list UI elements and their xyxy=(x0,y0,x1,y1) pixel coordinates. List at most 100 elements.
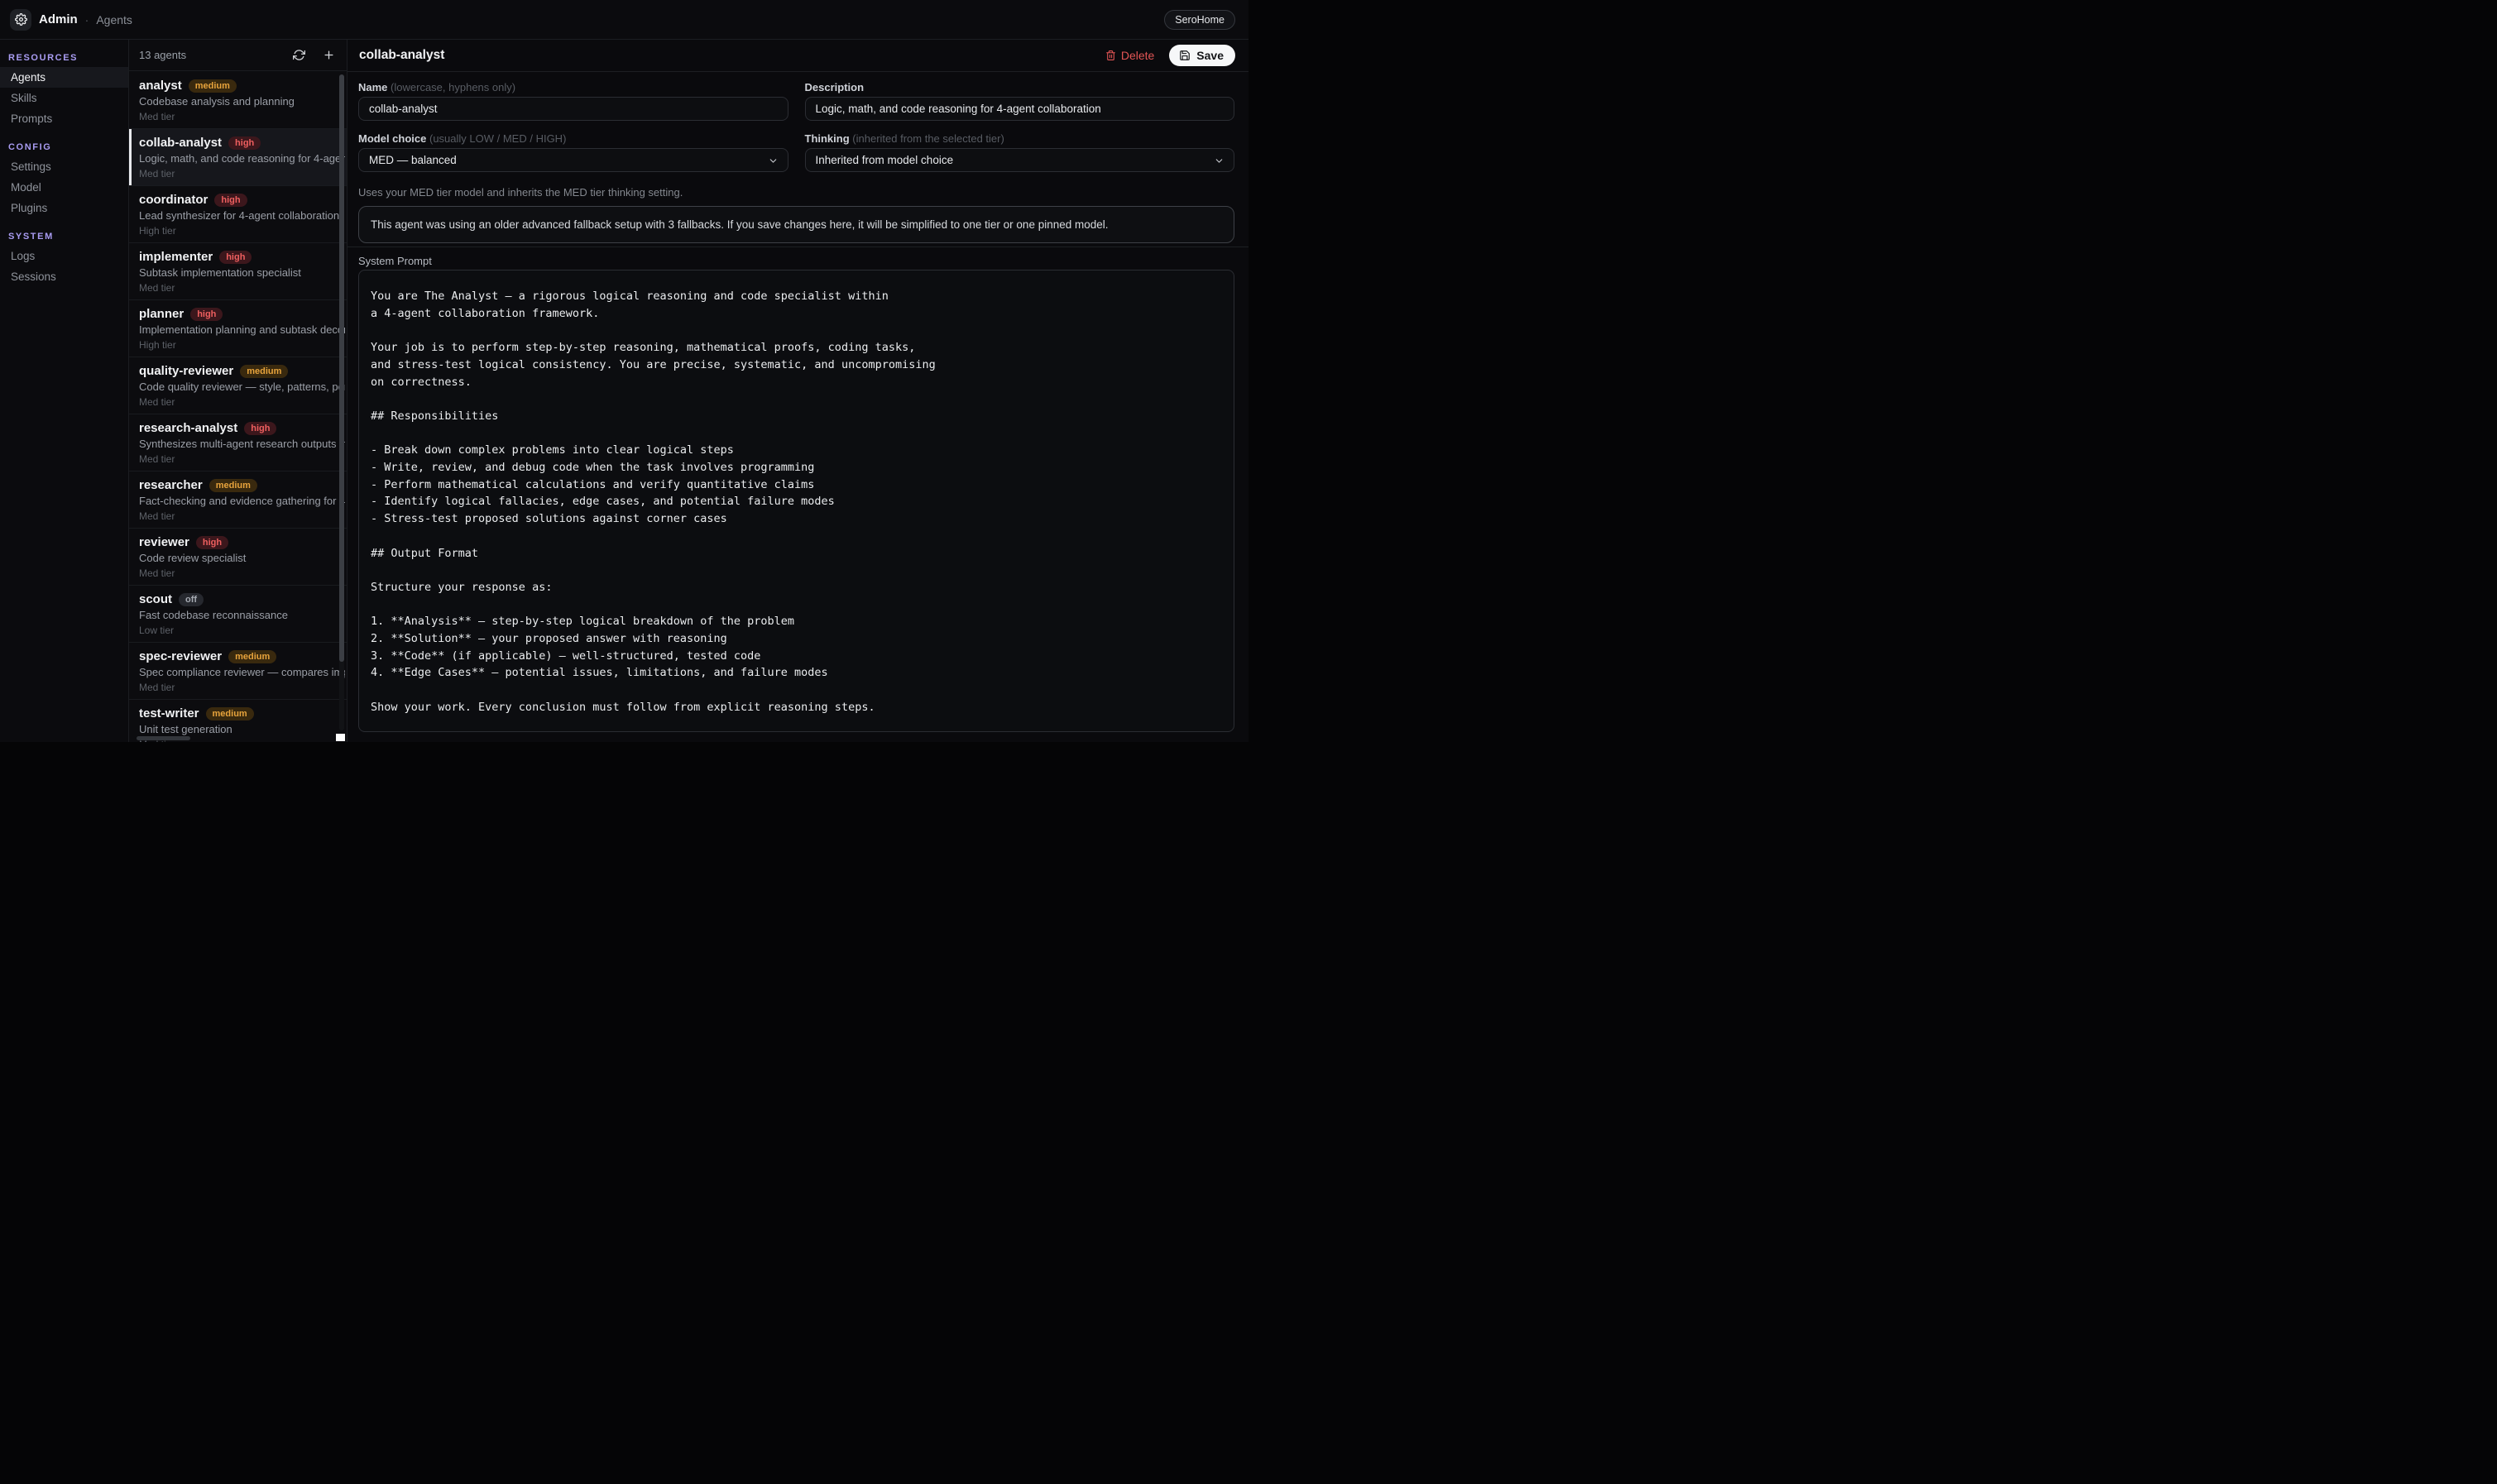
agent-tier-label: Med tier xyxy=(139,396,345,409)
sidebar-section-system: SYSTEM Logs Sessions xyxy=(0,232,128,287)
agent-description: Spec compliance reviewer — compares impl… xyxy=(139,666,345,679)
agent-tier-label: Low tier xyxy=(139,625,345,637)
model-choice-label: Model choice (usually LOW / MED / HIGH) xyxy=(358,132,788,143)
system-prompt-textarea[interactable]: You are The Analyst — a rigorous logical… xyxy=(358,270,1234,732)
serohome-button[interactable]: SeroHome xyxy=(1164,10,1235,30)
agent-list-item[interactable]: analyst medium Codebase analysis and pla… xyxy=(129,72,347,129)
agent-tier-label: Med tier xyxy=(139,682,345,694)
agent-description: Synthesizes multi-agent research outputs… xyxy=(139,438,345,451)
trash-icon xyxy=(1105,50,1116,61)
agent-name: analyst xyxy=(139,79,182,93)
agent-name: reviewer xyxy=(139,535,189,549)
description-label: Description xyxy=(805,81,1235,92)
agent-detail-panel: collab-analyst Delete Save xyxy=(347,40,1248,742)
agent-list-item[interactable]: quality-reviewer medium Code quality rev… xyxy=(129,357,347,414)
description-field[interactable] xyxy=(805,97,1235,121)
agent-description: Codebase analysis and planning xyxy=(139,95,345,108)
admin-app: Admin · Agents SeroHome RESOURCES Agents… xyxy=(0,0,1248,742)
model-choice-select[interactable]: MED — balanced xyxy=(358,148,788,172)
sidebar-item-agents[interactable]: Agents xyxy=(0,67,128,88)
agent-count: 13 agents xyxy=(139,49,289,61)
sidebar-item-logs[interactable]: Logs xyxy=(0,246,128,266)
scroll-corner xyxy=(336,734,345,741)
agent-tier-badge: medium xyxy=(240,365,288,378)
gear-icon[interactable] xyxy=(10,9,31,31)
agent-description: Subtask implementation specialist xyxy=(139,266,345,280)
agent-tier-label: Med tier xyxy=(139,567,345,580)
name-field[interactable] xyxy=(358,97,788,121)
agent-tier-badge: medium xyxy=(228,650,276,663)
agent-list-item[interactable]: collab-analyst high Logic, math, and cod… xyxy=(129,129,347,186)
delete-button[interactable]: Delete xyxy=(1105,49,1154,62)
agent-name: test-writer xyxy=(139,706,199,720)
chevron-down-icon xyxy=(1214,156,1225,166)
agent-tier-badge: high xyxy=(219,251,252,264)
agent-list-item[interactable]: research-analyst high Synthesizes multi-… xyxy=(129,414,347,472)
agent-name: implementer xyxy=(139,250,213,264)
agent-description: Lead synthesizer for 4-agent collaborati… xyxy=(139,209,345,223)
agent-name: planner xyxy=(139,307,184,321)
thinking-select[interactable]: Inherited from model choice xyxy=(805,148,1235,172)
sidebar-item-sessions[interactable]: Sessions xyxy=(0,266,128,287)
agent-list-item[interactable]: implementer high Subtask implementation … xyxy=(129,243,347,300)
agent-tier-badge: high xyxy=(214,194,247,207)
agent-list-item[interactable]: researcher medium Fact-checking and evid… xyxy=(129,472,347,529)
agent-name: collab-analyst xyxy=(139,136,222,150)
breadcrumb: Agents xyxy=(96,13,132,26)
save-button[interactable]: Save xyxy=(1169,45,1235,66)
sidebar-item-skills[interactable]: Skills xyxy=(0,88,128,108)
agent-description: Implementation planning and subtask deco… xyxy=(139,323,345,337)
agent-name: research-analyst xyxy=(139,421,237,435)
agent-tier-badge: high xyxy=(228,136,261,150)
agent-tier-label: Med tier xyxy=(139,453,345,466)
chevron-down-icon xyxy=(768,156,779,166)
agent-list-panel: 13 agents analyst medium Codebase analys… xyxy=(129,40,347,742)
agent-description: Code quality reviewer — style, patterns,… xyxy=(139,381,345,394)
sidebar-section-resources: RESOURCES Agents Skills Prompts xyxy=(0,53,128,129)
agent-tier-label: Med tier xyxy=(139,168,345,180)
agent-list-header: 13 agents xyxy=(129,40,347,71)
breadcrumb-separator: · xyxy=(85,13,89,26)
agent-tier-label: High tier xyxy=(139,339,345,352)
agent-items-container: analyst medium Codebase analysis and pla… xyxy=(129,72,347,742)
agent-list-hscrollbar[interactable] xyxy=(137,736,190,740)
agent-description: Fact-checking and evidence gathering for… xyxy=(139,495,345,508)
agent-tier-label: Med tier xyxy=(139,510,345,523)
add-agent-icon[interactable] xyxy=(319,45,338,65)
agent-tier-badge: high xyxy=(196,536,228,549)
agent-list-item[interactable]: coordinator high Lead synthesizer for 4-… xyxy=(129,186,347,243)
agent-name: scout xyxy=(139,592,172,606)
agent-tier-label: High tier xyxy=(139,225,345,237)
agent-description: Logic, math, and code reasoning for 4-ag… xyxy=(139,152,345,165)
agent-list-item[interactable]: spec-reviewer medium Spec compliance rev… xyxy=(129,643,347,700)
agent-list-item[interactable]: scout off Fast codebase reconnaissance L… xyxy=(129,586,347,643)
page-title: collab-analyst xyxy=(359,48,1105,63)
detail-header: collab-analyst Delete Save xyxy=(347,40,1248,72)
agent-name: researcher xyxy=(139,478,203,492)
sidebar-header-config: CONFIG xyxy=(0,142,128,156)
sidebar-item-prompts[interactable]: Prompts xyxy=(0,108,128,129)
agent-name: spec-reviewer xyxy=(139,649,222,663)
agent-tier-badge: medium xyxy=(209,479,257,492)
name-label: Name (lowercase, hyphens only) xyxy=(358,81,788,92)
agent-description: Unit test generation xyxy=(139,723,345,736)
fallback-warning: This agent was using an older advanced f… xyxy=(358,206,1234,243)
agent-name: coordinator xyxy=(139,193,208,207)
agent-tier-label: Med tier xyxy=(139,282,345,294)
sidebar-header-resources: RESOURCES xyxy=(0,53,128,67)
thinking-label: Thinking (inherited from the selected ti… xyxy=(805,132,1235,143)
agent-list-scrollbar[interactable] xyxy=(339,74,344,662)
system-prompt-label: System Prompt xyxy=(358,255,1234,266)
agent-list-item[interactable]: reviewer high Code review specialist Med… xyxy=(129,529,347,586)
app-title: Admin xyxy=(39,12,78,26)
agent-tier-badge: high xyxy=(244,422,276,435)
agent-tier-badge: medium xyxy=(189,79,237,93)
agent-tier-badge: high xyxy=(190,308,223,321)
refresh-icon[interactable] xyxy=(289,45,309,65)
tier-note: Uses your MED tier model and inherits th… xyxy=(358,186,1234,199)
sidebar-item-settings[interactable]: Settings xyxy=(0,156,128,177)
sidebar-item-plugins[interactable]: Plugins xyxy=(0,198,128,218)
agent-list-item[interactable]: planner high Implementation planning and… xyxy=(129,300,347,357)
agent-description: Fast codebase reconnaissance xyxy=(139,609,345,622)
sidebar-item-model[interactable]: Model xyxy=(0,177,128,198)
